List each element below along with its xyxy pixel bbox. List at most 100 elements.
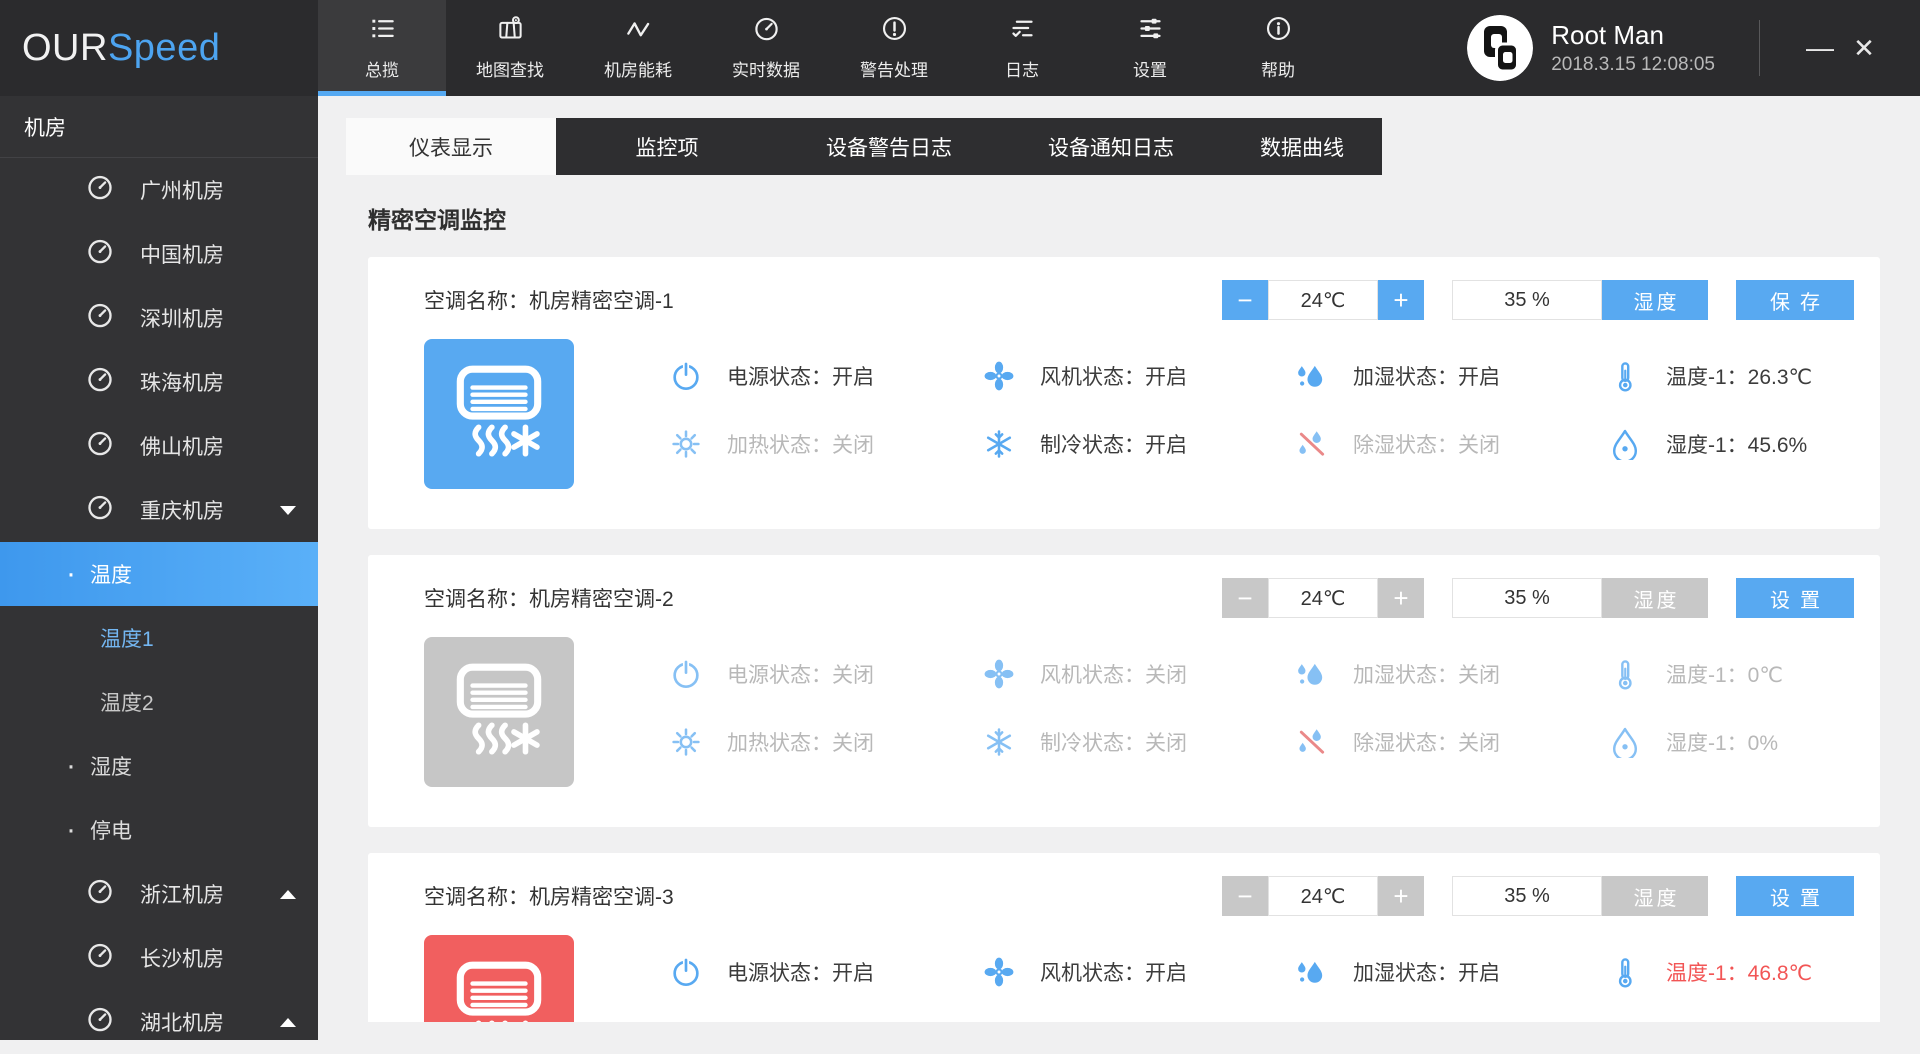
card-body: 电源状态：关闭 风机状态：关闭 加湿状态：关闭 温度-1：0℃ 加热状态：关闭 … bbox=[424, 637, 1854, 787]
status-text: 温度-1：0℃ bbox=[1666, 659, 1783, 689]
status-item: 湿度-1：45.6% bbox=[1609, 421, 1812, 467]
user-block: Root Man 2018.3.15 12:08:05 bbox=[1551, 20, 1715, 76]
cool-icon bbox=[983, 726, 1015, 758]
sidebar-room-label: 重庆机房 bbox=[140, 495, 224, 525]
sidebar-subchild-item[interactable]: 温度1 bbox=[0, 606, 318, 670]
humidity-value-input[interactable]: 35 % bbox=[1452, 876, 1602, 916]
sidebar-room-item[interactable]: 珠海机房 bbox=[0, 350, 318, 414]
user-datetime: 2018.3.15 12:08:05 bbox=[1551, 54, 1715, 76]
power-icon bbox=[670, 658, 702, 690]
humidity-value-input[interactable]: 35 % bbox=[1452, 578, 1602, 618]
humidity-group: 35 % 湿度 bbox=[1452, 280, 1708, 320]
gauge-small-icon bbox=[86, 365, 114, 399]
humidity-value-input[interactable]: 35 % bbox=[1452, 280, 1602, 320]
status-item: 制冷状态：开启 bbox=[983, 421, 1296, 467]
temp-minus-button[interactable]: − bbox=[1222, 876, 1268, 916]
card-action-button[interactable]: 设置 bbox=[1736, 578, 1854, 618]
temp-value[interactable]: 24℃ bbox=[1268, 280, 1378, 320]
status-text: 电源状态：关闭 bbox=[727, 659, 874, 689]
tab-bar: 仪表显示监控项设备警告日志设备通知日志数据曲线 bbox=[346, 118, 1920, 175]
nav-item-realtime[interactable]: 实时数据 bbox=[702, 0, 830, 96]
nav-item-map-search[interactable]: 地图查找 bbox=[446, 0, 574, 96]
close-button[interactable]: ✕ bbox=[1842, 0, 1886, 96]
humidity-button[interactable]: 湿度 bbox=[1602, 280, 1708, 320]
navbar-right: Root Man 2018.3.15 12:08:05 — ✕ bbox=[1467, 0, 1920, 96]
sidebar-room-item[interactable]: 佛山机房 bbox=[0, 414, 318, 478]
nav-item-label: 设置 bbox=[1133, 56, 1167, 81]
nav-item-energy[interactable]: 机房能耗 bbox=[574, 0, 702, 96]
heat-icon bbox=[670, 428, 702, 460]
sidebar-room-item[interactable]: 长沙机房 bbox=[0, 926, 318, 990]
sidebar-child-item[interactable]: ·温度 bbox=[0, 542, 318, 606]
activity-icon bbox=[625, 15, 652, 47]
card-action-button[interactable]: 设置 bbox=[1736, 876, 1854, 916]
temp-plus-button[interactable]: + bbox=[1378, 280, 1424, 320]
sidebar-child-item[interactable]: ·停电 bbox=[0, 798, 318, 862]
tab-设备通知日志[interactable]: 设备通知日志 bbox=[1000, 118, 1222, 175]
thermometer-icon bbox=[1609, 360, 1641, 392]
sidebar-room-label: 广州机房 bbox=[140, 175, 224, 205]
nav-item-logs[interactable]: 日志 bbox=[958, 0, 1086, 96]
nav-item-label: 机房能耗 bbox=[604, 56, 672, 81]
chevron-up-icon bbox=[280, 1018, 296, 1027]
sidebar-child-item[interactable]: ·湿度 bbox=[0, 734, 318, 798]
nav-item-overview[interactable]: 总揽 bbox=[318, 0, 446, 96]
nav-item-label: 警告处理 bbox=[860, 56, 928, 81]
status-item: 加湿状态：开启 bbox=[1296, 353, 1609, 399]
thermometer-icon bbox=[1609, 658, 1641, 690]
status-text: 加热状态：关闭 bbox=[727, 727, 874, 757]
fan-icon bbox=[983, 658, 1015, 690]
app-logo: OURSpeed bbox=[0, 0, 318, 96]
sidebar: 机房 广州机房中国机房深圳机房珠海机房佛山机房重庆机房·温度温度1温度2·湿度·… bbox=[0, 96, 318, 1040]
nav-item-help[interactable]: 帮助 bbox=[1214, 0, 1342, 96]
gauge-small-icon bbox=[86, 941, 114, 975]
ac-card-3: 空调名称：机房精密空调-3 − 24℃ + 35 % 湿度 设置 bbox=[368, 853, 1880, 1040]
status-item: 电源状态：关闭 bbox=[670, 651, 983, 697]
gauge-small-icon bbox=[86, 429, 114, 463]
logo-text-primary: OUR bbox=[22, 27, 108, 70]
humidify-icon bbox=[1296, 360, 1328, 392]
humidity-group: 35 % 湿度 bbox=[1452, 876, 1708, 916]
nav-item-settings[interactable]: 设置 bbox=[1086, 0, 1214, 96]
temp-value[interactable]: 24℃ bbox=[1268, 876, 1378, 916]
nav-item-label: 总揽 bbox=[365, 56, 399, 81]
temp-plus-button[interactable]: + bbox=[1378, 876, 1424, 916]
avatar-logo-icon bbox=[1467, 15, 1533, 81]
page-title: 精密空调监控 bbox=[368, 201, 1920, 235]
tab-仪表显示[interactable]: 仪表显示 bbox=[346, 118, 556, 175]
card-action-button[interactable]: 保存 bbox=[1736, 280, 1854, 320]
status-item: 加湿状态：关闭 bbox=[1296, 651, 1609, 697]
sidebar-room-item[interactable]: 中国机房 bbox=[0, 222, 318, 286]
status-text: 加湿状态：关闭 bbox=[1353, 659, 1500, 689]
tab-设备警告日志[interactable]: 设备警告日志 bbox=[778, 118, 1000, 175]
status-text: 制冷状态：关闭 bbox=[1040, 727, 1187, 757]
sidebar-room-item[interactable]: 深圳机房 bbox=[0, 286, 318, 350]
status-item: 加湿状态：开启 bbox=[1296, 949, 1609, 995]
temp-minus-button[interactable]: − bbox=[1222, 578, 1268, 618]
status-text: 风机状态：关闭 bbox=[1040, 659, 1187, 689]
main-nav: 总揽 地图查找机房能耗 实时数据警告处理 日志设置 帮助 bbox=[318, 0, 1342, 96]
thermometer-icon bbox=[1609, 956, 1641, 988]
humidify-icon bbox=[1296, 956, 1328, 988]
temp-minus-button[interactable]: − bbox=[1222, 280, 1268, 320]
sidebar-room-item[interactable]: 湖北机房 bbox=[0, 990, 318, 1054]
sidebar-room-item[interactable]: 重庆机房 bbox=[0, 478, 318, 542]
gauge-small-icon bbox=[86, 877, 114, 911]
gauge-icon bbox=[753, 15, 780, 47]
status-item: 电源状态：开启 bbox=[670, 949, 983, 995]
tab-数据曲线[interactable]: 数据曲线 bbox=[1222, 118, 1382, 175]
sidebar-room-item[interactable]: 广州机房 bbox=[0, 158, 318, 222]
sidebar-room-label: 佛山机房 bbox=[140, 431, 224, 461]
humidity-button[interactable]: 湿度 bbox=[1602, 578, 1708, 618]
tab-监控项[interactable]: 监控项 bbox=[556, 118, 778, 175]
temp-value[interactable]: 24℃ bbox=[1268, 578, 1378, 618]
sidebar-room-item[interactable]: 浙江机房 bbox=[0, 862, 318, 926]
sidebar-subchild-item[interactable]: 温度2 bbox=[0, 670, 318, 734]
nav-item-alerts[interactable]: 警告处理 bbox=[830, 0, 958, 96]
minimize-button[interactable]: — bbox=[1798, 0, 1842, 96]
avatar[interactable] bbox=[1467, 15, 1533, 81]
status-text: 制冷状态：开启 bbox=[1040, 429, 1187, 459]
temp-plus-button[interactable]: + bbox=[1378, 578, 1424, 618]
humidity-button[interactable]: 湿度 bbox=[1602, 876, 1708, 916]
bullet-icon: · bbox=[66, 564, 76, 584]
